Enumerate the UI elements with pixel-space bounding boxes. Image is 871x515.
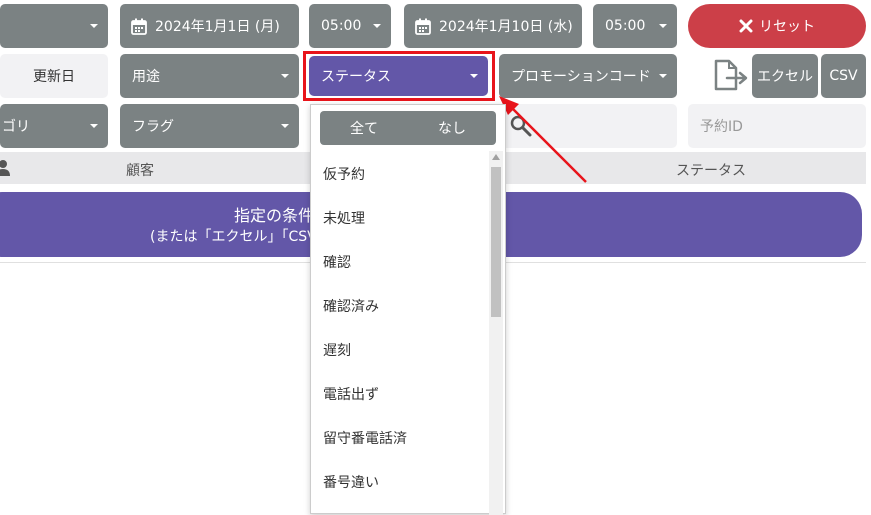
status-option[interactable]: 番号違い <box>323 472 379 492</box>
status-option[interactable]: 仮予約 <box>323 164 365 184</box>
select-none-button[interactable]: なし <box>408 111 496 145</box>
status-option[interactable]: 遅刻 <box>323 340 351 360</box>
status-option[interactable]: 電話出ず <box>323 384 379 404</box>
status-option[interactable]: 未処理 <box>323 208 365 228</box>
status-option[interactable]: 確認済み <box>323 296 379 316</box>
scrollbar-thumb[interactable] <box>491 167 501 317</box>
status-dropdown: 全て なし 仮予約 未処理 確認 確認済み 遅刻 電話出ず 留守番電話済 番号違… <box>310 104 506 515</box>
scroll-up-icon[interactable] <box>492 154 500 160</box>
select-all-button[interactable]: 全て <box>320 111 408 145</box>
status-option[interactable]: 留守番電話済 <box>323 428 407 448</box>
select-all-none-bar: 全て なし <box>320 111 496 145</box>
dropdown-scrollbar[interactable] <box>489 151 503 515</box>
status-option[interactable]: 確認 <box>323 252 351 272</box>
